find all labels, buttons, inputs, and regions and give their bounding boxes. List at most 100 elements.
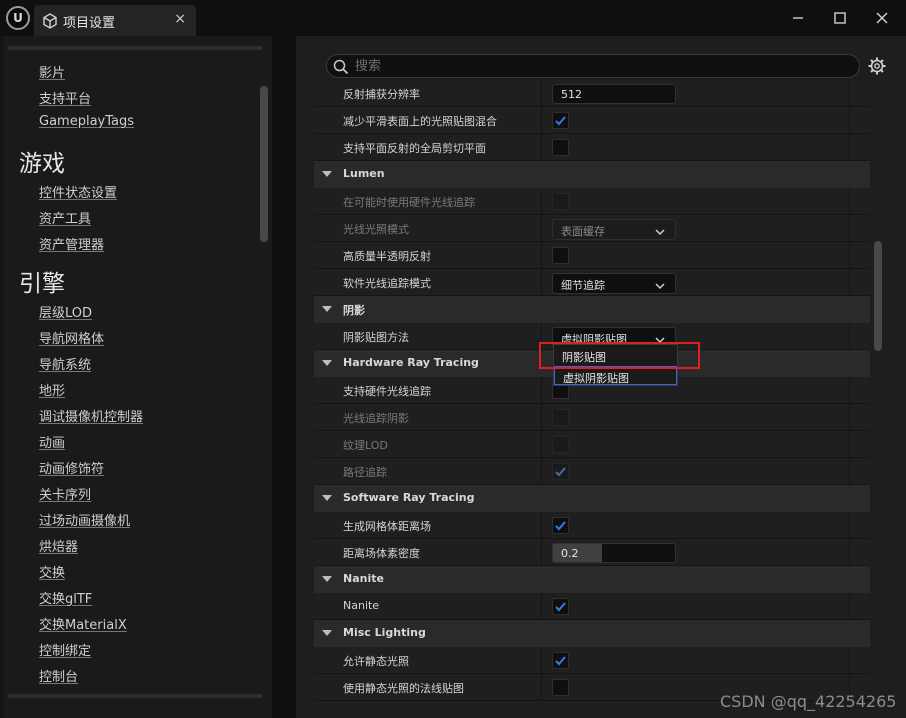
category-link[interactable]: 影片 [39,62,65,81]
column-divider [849,269,850,296]
property-checkbox[interactable] [552,112,569,129]
collapse-caret-icon[interactable] [322,306,332,312]
category-panel: 影片 支持平台 GameplayTags 游戏 控件状态设置 资产工具 资产管理器 引擎 层级L… [4,36,272,718]
category-link[interactable]: 控件状态设置 [39,182,117,201]
property-checkbox [552,193,569,210]
settings-scrollbar[interactable] [874,241,882,351]
property-row: 允许静态光照 [314,647,870,674]
category-link[interactable]: 资产管理器 [39,234,104,253]
property-label: 反射捕获分辨率 [343,88,420,101]
category-link[interactable]: 烘焙器 [39,536,78,555]
category-link[interactable]: 交换 [39,562,65,581]
category-link[interactable]: GameplayTags [39,114,134,129]
collapse-caret-icon[interactable] [322,576,332,582]
column-divider [849,458,850,485]
minimize-button[interactable] [788,8,808,28]
property-label: 支持硬件光线追踪 [343,385,431,398]
property-checkbox[interactable] [552,247,569,264]
property-checkbox[interactable] [552,139,569,156]
project-settings-tab[interactable]: 项目设置 × [34,5,196,36]
property-row: 生成网格体距离场 [314,512,870,539]
category-link[interactable]: 动画修饰符 [39,458,104,477]
column-divider [541,647,542,674]
property-checkbox[interactable] [552,679,569,696]
category-link[interactable]: 控制绑定 [39,640,91,659]
section-header[interactable]: Lumen [314,161,870,188]
category-link[interactable]: 支持平台 [39,88,91,107]
chevron-down-icon [655,226,665,239]
category-link[interactable]: 交换MaterialX [39,614,127,633]
close-window-button[interactable] [872,8,892,28]
category-link[interactable]: 层级LOD [39,302,92,321]
column-divider [849,647,850,674]
section-title: Hardware Ray Tracing [343,356,479,369]
collapse-caret-icon[interactable] [322,495,332,501]
watermark: CSDN @qq_42254265 [720,692,897,711]
section-title: Nanite [343,572,384,585]
property-slider[interactable]: 0.2 [552,543,676,563]
collapse-caret-icon[interactable] [322,630,332,636]
unreal-logo-icon: U [6,6,30,30]
search-input[interactable] [355,57,835,75]
section-header[interactable]: Software Ray Tracing [314,485,870,512]
property-label: 在可能时使用硬件光线追踪 [343,196,475,209]
category-link[interactable]: 资产工具 [39,208,91,227]
category-link[interactable]: 控制台 [39,666,78,685]
category-link[interactable]: 交换glTF [39,588,92,607]
category-link[interactable]: 地形 [39,380,65,399]
category-link[interactable]: 导航网格体 [39,328,104,347]
column-divider [849,404,850,431]
category-link[interactable]: 关卡序列 [39,484,91,503]
category-link[interactable]: 调试摄像机控制器 [39,406,143,425]
column-divider [849,188,850,215]
property-checkbox[interactable] [552,598,569,615]
property-row: 反射捕获分辨率 512 [314,80,870,107]
panel-bottom-edge [8,694,262,698]
tab-close-icon[interactable]: × [174,11,186,27]
category-scrollbar[interactable] [260,86,268,242]
slider-value: 0.2 [561,547,579,560]
column-divider [849,593,850,620]
column-divider [849,80,850,107]
property-row: 高质量半透明反射 [314,242,870,269]
property-row: 支持平面反射的全局剪切平面 [314,134,870,161]
search-icon [333,59,349,79]
property-label: 允许静态光照 [343,655,409,668]
property-row: 纹理LOD [314,431,870,458]
property-label: 光线追踪阴影 [343,412,409,425]
category-link[interactable]: 导航系统 [39,354,91,373]
property-combo[interactable]: 细节追踪 [552,273,676,294]
maximize-button[interactable] [830,8,850,28]
property-label: 光线光照模式 [343,223,409,236]
property-row: 距离场体素密度 0.2 [314,539,870,566]
column-divider [541,404,542,431]
section-title: Misc Lighting [343,626,426,639]
tab-title: 项目设置 [63,16,116,31]
category-link[interactable]: 动画 [39,432,65,451]
property-text-field[interactable]: 512 [552,84,676,104]
section-header[interactable]: Misc Lighting [314,620,870,647]
column-divider [541,431,542,458]
property-checkbox[interactable] [552,652,569,669]
property-checkbox[interactable] [552,517,569,534]
title-bar: U 项目设置 × [0,0,906,36]
chevron-down-icon [655,280,665,293]
section-title: Lumen [343,167,385,180]
collapse-caret-icon[interactable] [322,171,332,177]
property-combo: 表面缓存 [552,219,676,240]
property-label: 纹理LOD [343,439,388,452]
property-label: 阴影贴图方法 [343,331,409,344]
property-label: 高质量半透明反射 [343,250,431,263]
gear-icon[interactable] [868,57,886,79]
section-header[interactable]: Nanite [314,566,870,593]
collapse-caret-icon[interactable] [322,360,332,366]
column-divider [541,674,542,701]
panel-splitter[interactable] [272,36,296,718]
property-row: 光线追踪阴影 [314,404,870,431]
column-divider [849,512,850,539]
column-divider [541,539,542,566]
search-box[interactable] [326,54,860,78]
property-row: Nanite [314,593,870,620]
section-header[interactable]: 阴影 [314,296,870,323]
category-link[interactable]: 过场动画摄像机 [39,510,130,529]
